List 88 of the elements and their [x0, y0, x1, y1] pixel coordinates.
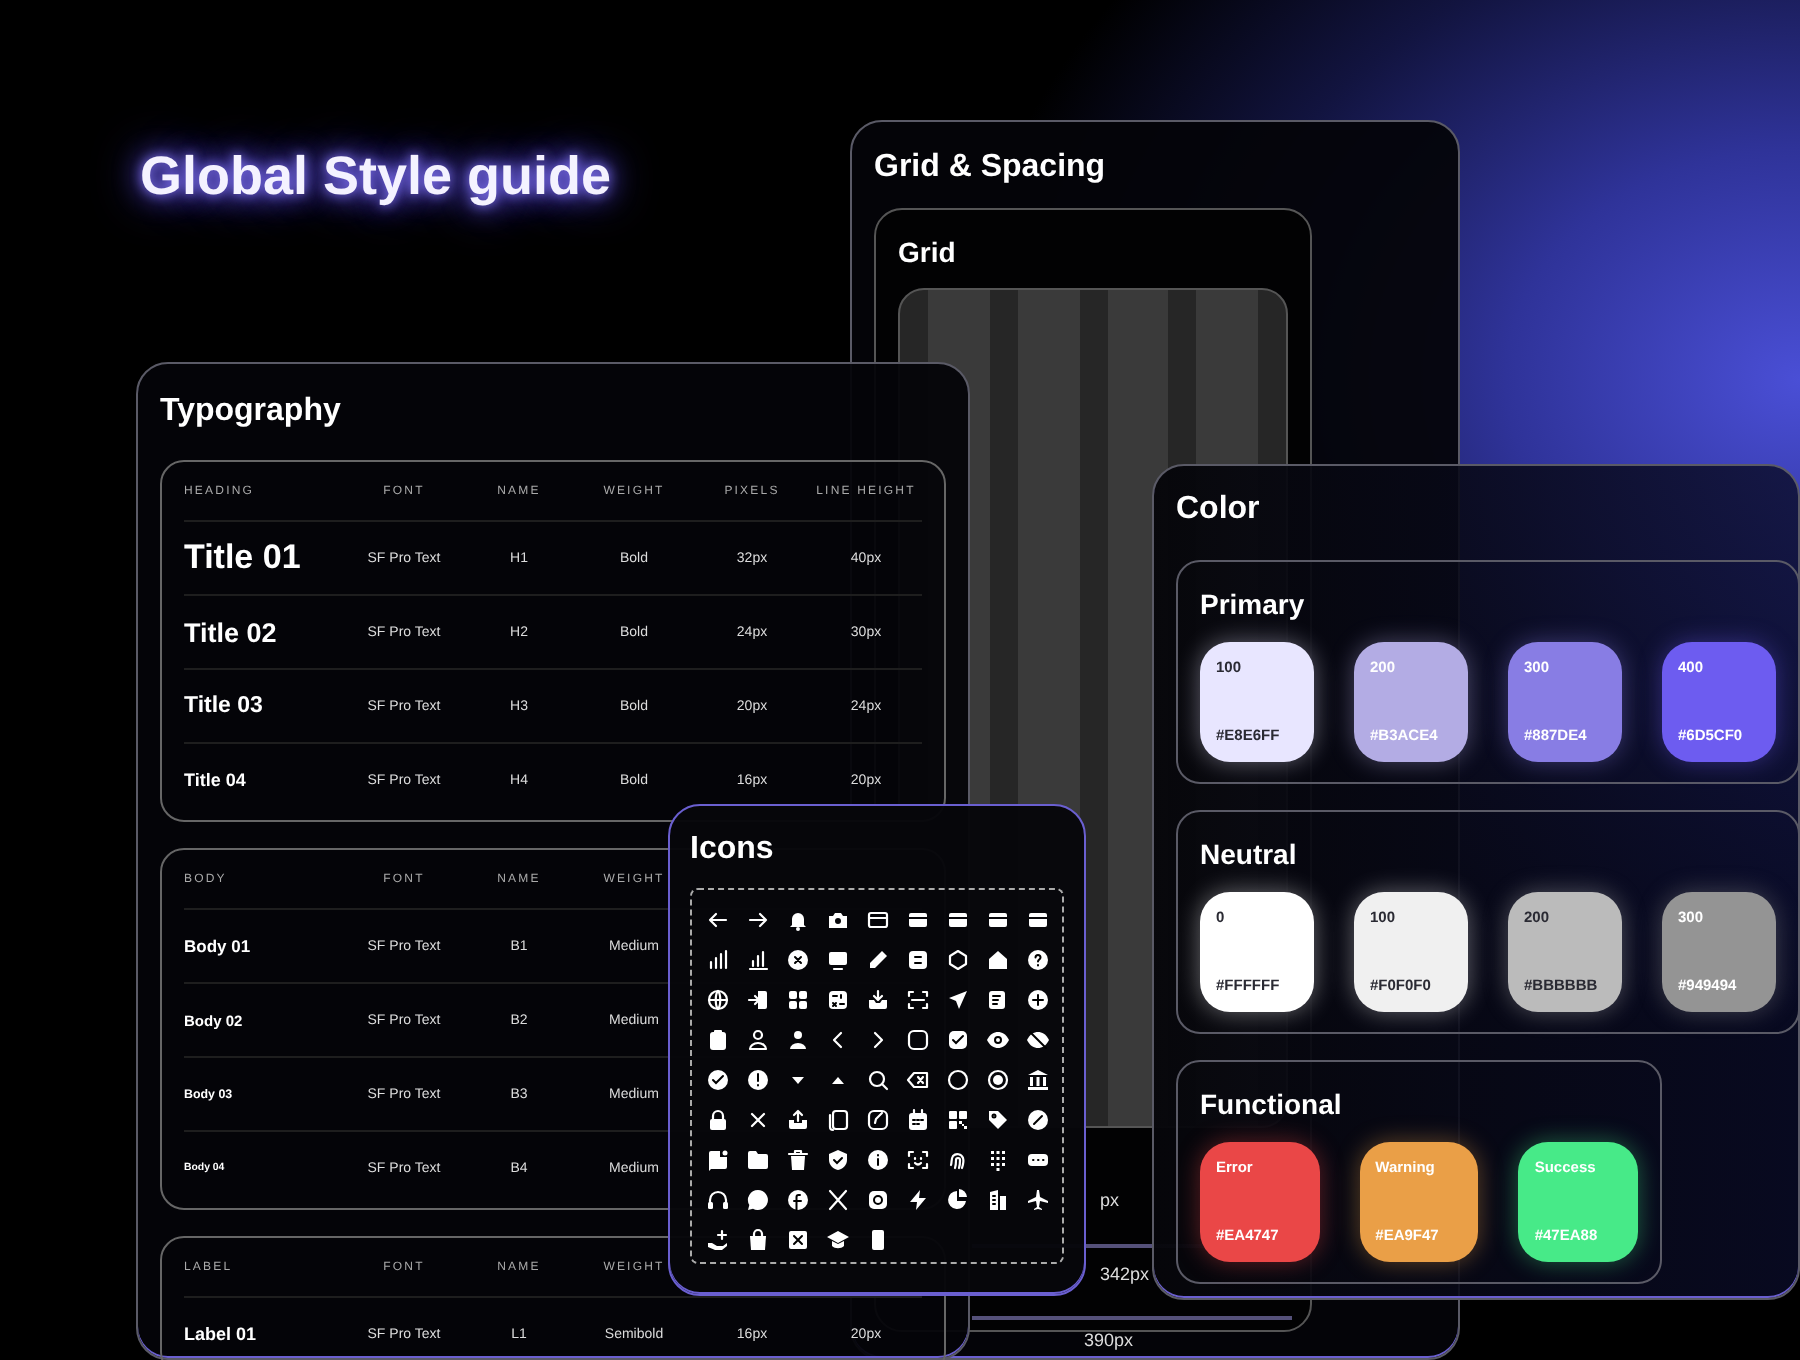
- circle-icon: [945, 1068, 969, 1092]
- clipboard-icon: [705, 1028, 729, 1052]
- radio-icon: [985, 1068, 1009, 1092]
- section-title: Primary: [1200, 588, 1307, 622]
- airplane-icon: [1025, 1188, 1049, 1212]
- table-cell-text: Title 03: [184, 694, 265, 718]
- table-cell-text: Title 04: [184, 770, 248, 790]
- more-icon: [1025, 1148, 1049, 1172]
- card-title: Grid & Spacing: [874, 148, 1108, 188]
- globe-icon: [705, 988, 729, 1012]
- bar-chart-icon: [705, 948, 729, 972]
- lock-icon: [705, 1108, 729, 1132]
- card-icon: [945, 908, 969, 932]
- upload-icon: [785, 1108, 809, 1132]
- camera-square-icon: [865, 1188, 889, 1212]
- plus-circle-icon: [1025, 988, 1049, 1012]
- building-icon: [985, 1188, 1009, 1212]
- measurement-label: 342px: [1100, 1264, 1150, 1284]
- table-cell-text: Title 01: [184, 538, 303, 578]
- hexagon-icon: [945, 948, 969, 972]
- alert-circle-icon: [745, 1068, 769, 1092]
- face-scan-icon: [905, 1148, 929, 1172]
- close-circle-icon: [785, 948, 809, 972]
- user-icon: [785, 1028, 809, 1052]
- section-title: Neutral: [1200, 838, 1299, 872]
- card-icon: [905, 908, 929, 932]
- square-icon: [905, 1028, 929, 1052]
- user-icon: [745, 1028, 769, 1052]
- headphones-icon: [705, 1188, 729, 1212]
- dialpad-icon: [985, 1148, 1009, 1172]
- bank-icon: [1025, 1068, 1049, 1092]
- fingerprint-icon: [945, 1148, 969, 1172]
- square-icon: [905, 948, 929, 972]
- card-icon: [1025, 908, 1049, 932]
- card-icon: [865, 908, 889, 932]
- message-icon: [705, 1148, 729, 1172]
- calendar-icon: [905, 1108, 929, 1132]
- table-cell-text: Label 01: [184, 1324, 259, 1344]
- download-icon: [865, 988, 889, 1012]
- close-icon: [745, 1108, 769, 1132]
- section-title: Functional: [1200, 1088, 1344, 1122]
- qr-code-icon: [945, 1108, 969, 1132]
- bar-chart-icon: [745, 948, 769, 972]
- graduation-cap-icon: [825, 1228, 849, 1252]
- calculator-icon: [825, 988, 849, 1012]
- edit-icon: [865, 1108, 889, 1132]
- section-title: Grid: [898, 234, 958, 270]
- page-title: Global Style guide: [140, 146, 612, 208]
- arrow-left-icon: [705, 908, 729, 932]
- bell-icon: [785, 908, 809, 932]
- backspace-icon: [905, 1068, 929, 1092]
- search-icon: [865, 1068, 889, 1092]
- pencil-icon: [865, 948, 889, 972]
- copy-icon: [825, 1108, 849, 1132]
- table-cell-text: Body 01: [184, 936, 253, 956]
- measurement-label: px: [1100, 1190, 1120, 1210]
- tag-icon: [985, 1108, 1009, 1132]
- check-circle-icon: [705, 1068, 729, 1092]
- info-icon: [865, 1148, 889, 1172]
- eye-off-icon: [1025, 1028, 1049, 1052]
- pie-chart-icon: [945, 1188, 969, 1212]
- card-title: Typography: [160, 392, 343, 432]
- folder-icon: [745, 1148, 769, 1172]
- note-icon: [985, 988, 1009, 1012]
- shield-icon: [825, 1148, 849, 1172]
- home-icon: [985, 948, 1009, 972]
- letter-f-circle-icon: [785, 1188, 809, 1212]
- hand-plus-icon: [705, 1228, 729, 1252]
- bag-icon: [745, 1228, 769, 1252]
- scan-icon: [905, 988, 929, 1012]
- card-icon: [985, 908, 1009, 932]
- monitor-icon: [825, 948, 849, 972]
- chat-icon: [745, 1188, 769, 1212]
- trash-icon: [785, 1148, 809, 1172]
- help-circle-icon: [1025, 948, 1049, 972]
- grid-icon: [785, 988, 809, 1012]
- arrow-right-icon: [745, 908, 769, 932]
- send-icon: [945, 988, 969, 1012]
- measurement-label: 390px: [1084, 1330, 1134, 1350]
- card-title: Icons: [690, 830, 776, 870]
- camera-icon: [825, 908, 849, 932]
- table-cell-text: Title 02: [184, 617, 279, 647]
- checkbox-icon: [945, 1028, 969, 1052]
- login-icon: [745, 988, 769, 1012]
- eye-icon: [985, 1028, 1009, 1052]
- bolt-icon: [905, 1188, 929, 1212]
- card-title: Color: [1176, 490, 1262, 530]
- letter-x-icon: [825, 1188, 849, 1212]
